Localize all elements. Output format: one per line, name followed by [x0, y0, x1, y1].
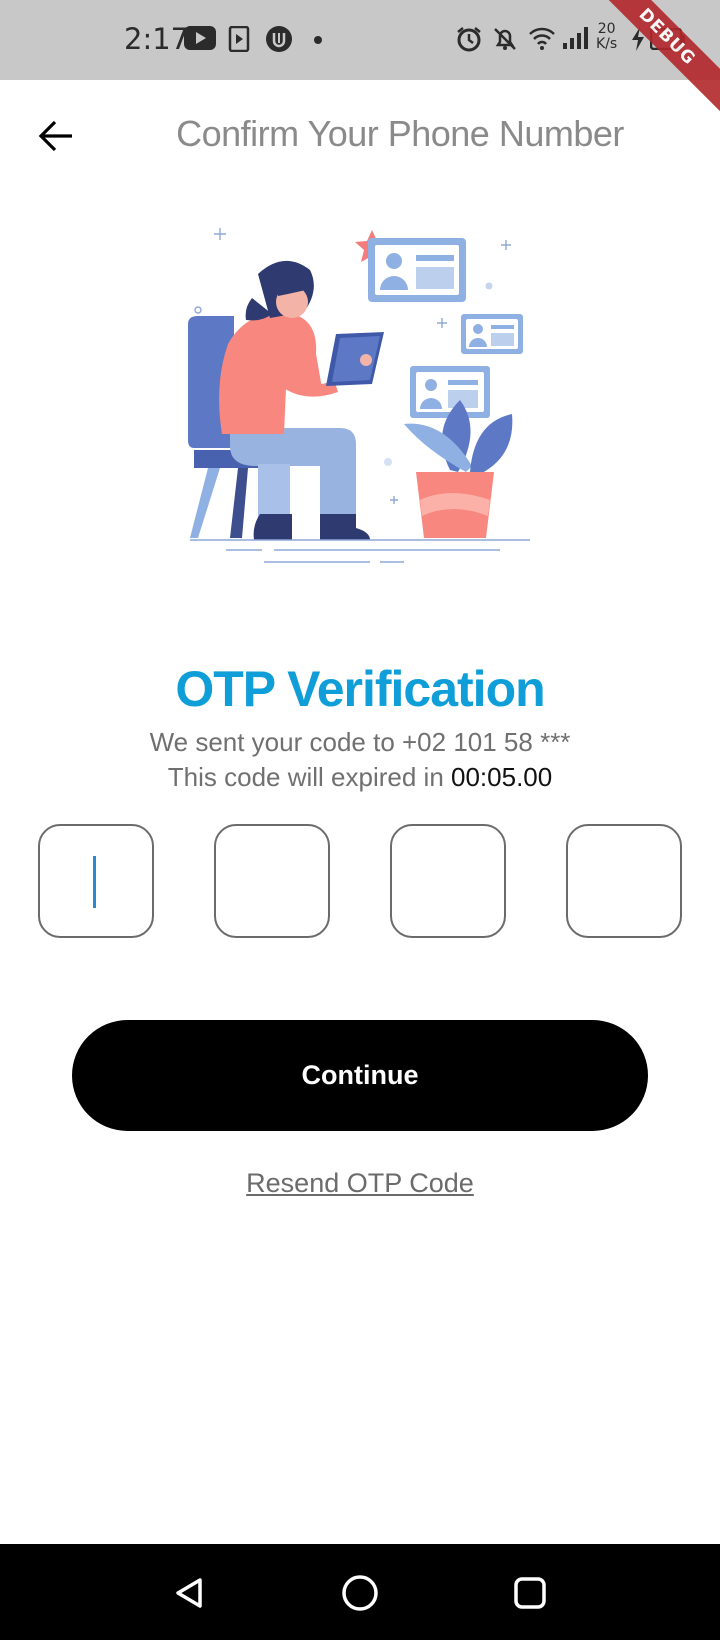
- otp-timer: 00:05.00: [451, 762, 553, 792]
- otp-input-row: [38, 824, 682, 940]
- continue-button[interactable]: Continue: [72, 1020, 648, 1131]
- page-title: Confirm Your Phone Number: [176, 113, 624, 154]
- expire-line: This code will expired in 00:05.00: [0, 760, 720, 795]
- otp-digit-2[interactable]: [214, 824, 330, 938]
- signal-icon: [563, 27, 588, 49]
- expire-text: This code will expired in: [167, 762, 444, 792]
- woman-with-tablet-illustration: [188, 228, 530, 563]
- net-speed: 20 K/s: [596, 22, 617, 52]
- circle-home-icon: [342, 1575, 378, 1611]
- otp-digit-1[interactable]: [38, 824, 154, 938]
- net-speed-value: 20: [597, 21, 616, 37]
- wifi-icon: [529, 27, 555, 50]
- nav-back-button[interactable]: [166, 1570, 212, 1616]
- square-recents-icon: [514, 1577, 546, 1609]
- nav-home-button[interactable]: [337, 1570, 383, 1616]
- media-icon: [228, 26, 250, 52]
- sent-code-text: We sent your code to +02 101 58 ***: [149, 727, 571, 757]
- text-caret: [93, 856, 96, 908]
- status-time: 2:17: [124, 22, 190, 56]
- otp-subtitle: We sent your code to +02 101 58 *** This…: [0, 725, 720, 795]
- status-bar: 2:17 20 K/s DEBUG: [0, 0, 720, 115]
- youtube-icon: [184, 26, 216, 50]
- net-speed-unit: K/s: [596, 36, 618, 52]
- back-button[interactable]: [34, 114, 78, 158]
- arrow-left-icon: [38, 120, 72, 152]
- alarm-icon: [457, 27, 481, 52]
- otp-digit-4[interactable]: [566, 824, 682, 938]
- shield-icon: [266, 26, 292, 52]
- navigation-bar: [0, 1544, 720, 1640]
- nav-recents-button[interactable]: [507, 1570, 553, 1616]
- triangle-back-icon: [176, 1578, 202, 1608]
- dot-icon: [314, 36, 322, 44]
- resend-otp-link[interactable]: Resend OTP Code: [0, 1168, 720, 1199]
- otp-title: OTP Verification: [175, 661, 545, 717]
- bell-off-icon: [494, 28, 516, 50]
- otp-digit-3[interactable]: [390, 824, 506, 938]
- debug-banner: DEBUG: [589, 0, 720, 115]
